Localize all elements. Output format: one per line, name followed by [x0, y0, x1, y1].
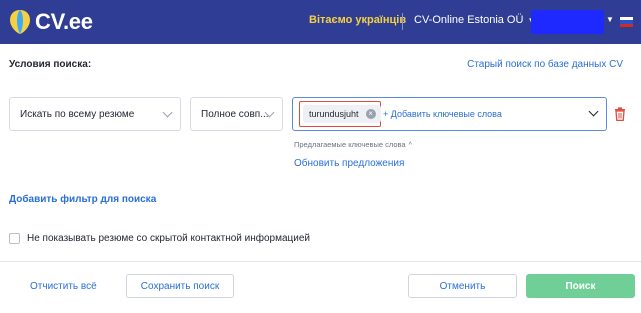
company-menu[interactable]: CV-Online Estonia OÜ ▼: [414, 14, 535, 26]
chevron-down-icon[interactable]: [588, 106, 599, 117]
logo-icon: [10, 10, 30, 34]
search-conditions-title: Условия поиска:: [9, 59, 92, 70]
ukraine-greeting-link[interactable]: Вітаємо українців: [309, 14, 406, 26]
add-filter-link[interactable]: Добавить фильтр для поиска: [9, 194, 156, 205]
top-header: CV.ee Вітаємо українців CV-Online Estoni…: [0, 0, 641, 44]
hide-hidden-contacts-checkbox[interactable]: [9, 233, 20, 244]
suggested-keywords-label: Предлагаемые ключевые слова: [294, 140, 406, 149]
search-scope-value: Искать по всему резюме: [20, 108, 135, 120]
cv-ee-logo[interactable]: CV.ee: [8, 8, 93, 36]
add-keywords-link[interactable]: + Добавить ключевые слова: [383, 109, 502, 119]
chevron-down-icon[interactable]: ▼: [606, 15, 614, 24]
chevron-down-icon: [162, 107, 173, 118]
chevron-up-icon: ^: [408, 142, 412, 149]
cancel-button[interactable]: Отменить: [408, 274, 517, 298]
clear-all-link[interactable]: Отчистить всё: [30, 281, 97, 292]
search-scope-select[interactable]: Искать по всему резюме: [9, 97, 181, 131]
logo-text: CV.ee: [35, 9, 93, 34]
keyword-chip-label: turundusjuht: [309, 109, 359, 119]
header-divider: [402, 13, 403, 30]
suggested-keywords-toggle[interactable]: Предлагаемые ключевые слова ^: [294, 140, 412, 149]
keyword-chip[interactable]: turundusjuht ×: [303, 105, 381, 123]
refresh-suggestions-link[interactable]: Обновить предложения: [294, 158, 404, 169]
user-account-menu[interactable]: [531, 10, 604, 34]
close-icon[interactable]: ×: [365, 109, 376, 119]
match-type-value: Полное совп...: [201, 108, 269, 120]
save-search-button[interactable]: Сохранить поиск: [126, 274, 234, 298]
match-type-select[interactable]: Полное совп...: [190, 97, 283, 131]
russia-flag-icon[interactable]: [620, 17, 633, 27]
search-button[interactable]: Поиск: [526, 274, 635, 298]
company-name: CV-Online Estonia OÜ: [414, 14, 524, 26]
footer-divider: [0, 261, 641, 262]
old-cv-search-link[interactable]: Старый поиск по базе данных CV: [467, 59, 623, 70]
hide-hidden-contacts-label[interactable]: Не показывать резюме со скрытой контактн…: [27, 233, 310, 244]
trash-icon[interactable]: [614, 107, 626, 121]
